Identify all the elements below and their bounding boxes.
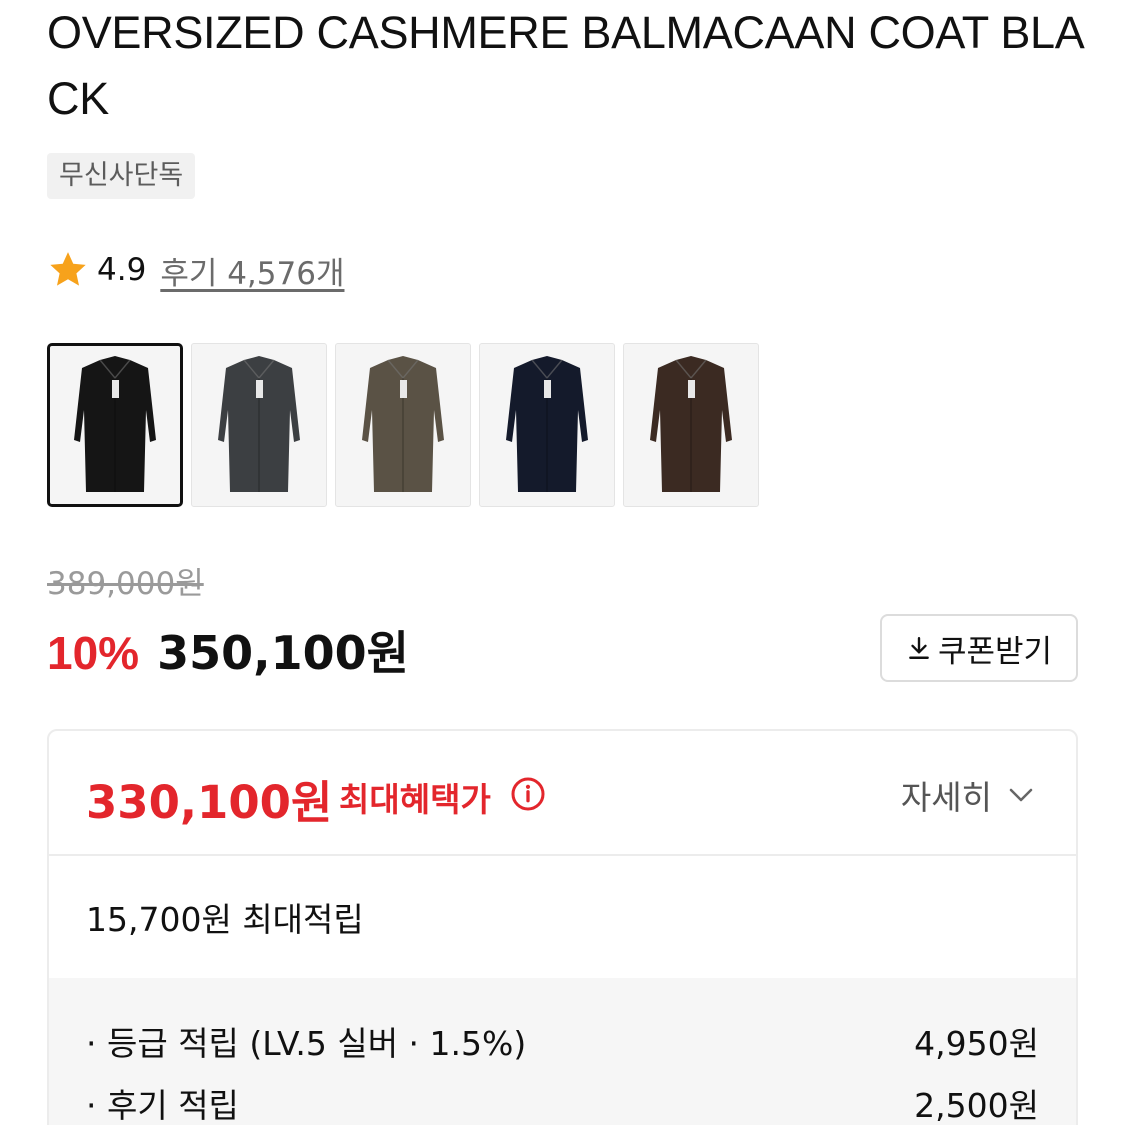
exclusive-badge: 무신사단독	[47, 153, 196, 199]
coat-charcoal-icon	[218, 356, 300, 492]
max-benefit-label: 최대혜택가	[339, 780, 491, 819]
benefit-box: 330,100원 최대혜택가 자세히 15,700원 최대적립 · 등급 적립 …	[47, 729, 1078, 1125]
accrual-row-value: 2,500원	[914, 1086, 1039, 1125]
color-swatch-brown[interactable]	[623, 343, 759, 507]
accrual-row-value: 4,950원	[914, 1024, 1039, 1063]
info-icon[interactable]	[510, 776, 546, 812]
detail-toggle[interactable]: 자세히	[901, 771, 1036, 819]
sale-price-row: 10% 350,100원	[47, 617, 409, 683]
chevron-down-icon	[1009, 788, 1033, 802]
coupon-download-button[interactable]: 쿠폰받기	[880, 614, 1078, 682]
coat-brown-icon	[650, 356, 732, 492]
color-swatches	[47, 343, 759, 507]
review-count-link[interactable]: 후기 4,576개	[160, 248, 344, 293]
discount-rate: 10%	[47, 627, 140, 679]
accrual-row: · 후기 적립 2,500원	[86, 1072, 1039, 1125]
coat-khaki-icon	[362, 356, 444, 492]
coat-black-icon	[74, 356, 156, 492]
accrual-row-label: · 등급 적립 (LV.5 실버 · 1.5%)	[86, 1024, 527, 1063]
detail-label: 자세히	[900, 778, 992, 817]
rating-row: 4.9 후기 4,576개	[47, 248, 344, 292]
color-swatch-navy[interactable]	[479, 343, 615, 507]
coat-navy-icon	[506, 356, 588, 492]
color-swatch-black[interactable]	[47, 343, 183, 507]
accrual-row-label: · 후기 적립	[86, 1086, 239, 1125]
original-price: 389,000원	[47, 566, 204, 602]
accrual-row: · 등급 적립 (LV.5 실버 · 1.5%) 4,950원	[86, 1010, 1039, 1072]
color-swatch-khaki[interactable]	[335, 343, 471, 507]
max-benefit-price: 330,100원	[86, 776, 333, 829]
product-title: OVERSIZED CASHMERE BALMACAAN COAT BLACK	[47, 7, 1085, 124]
star-icon	[50, 252, 86, 286]
sale-price: 350,100원	[157, 626, 409, 680]
color-swatch-charcoal[interactable]	[191, 343, 327, 507]
max-accrual: 15,700원 최대적립	[86, 900, 364, 939]
rating-score: 4.9	[97, 252, 147, 288]
coupon-label: 쿠폰받기	[937, 633, 1053, 670]
benefit-header: 330,100원 최대혜택가 자세히	[49, 731, 1076, 856]
download-icon	[909, 637, 929, 659]
accrual-breakdown: · 등급 적립 (LV.5 실버 · 1.5%) 4,950원 · 후기 적립 …	[49, 978, 1076, 1125]
